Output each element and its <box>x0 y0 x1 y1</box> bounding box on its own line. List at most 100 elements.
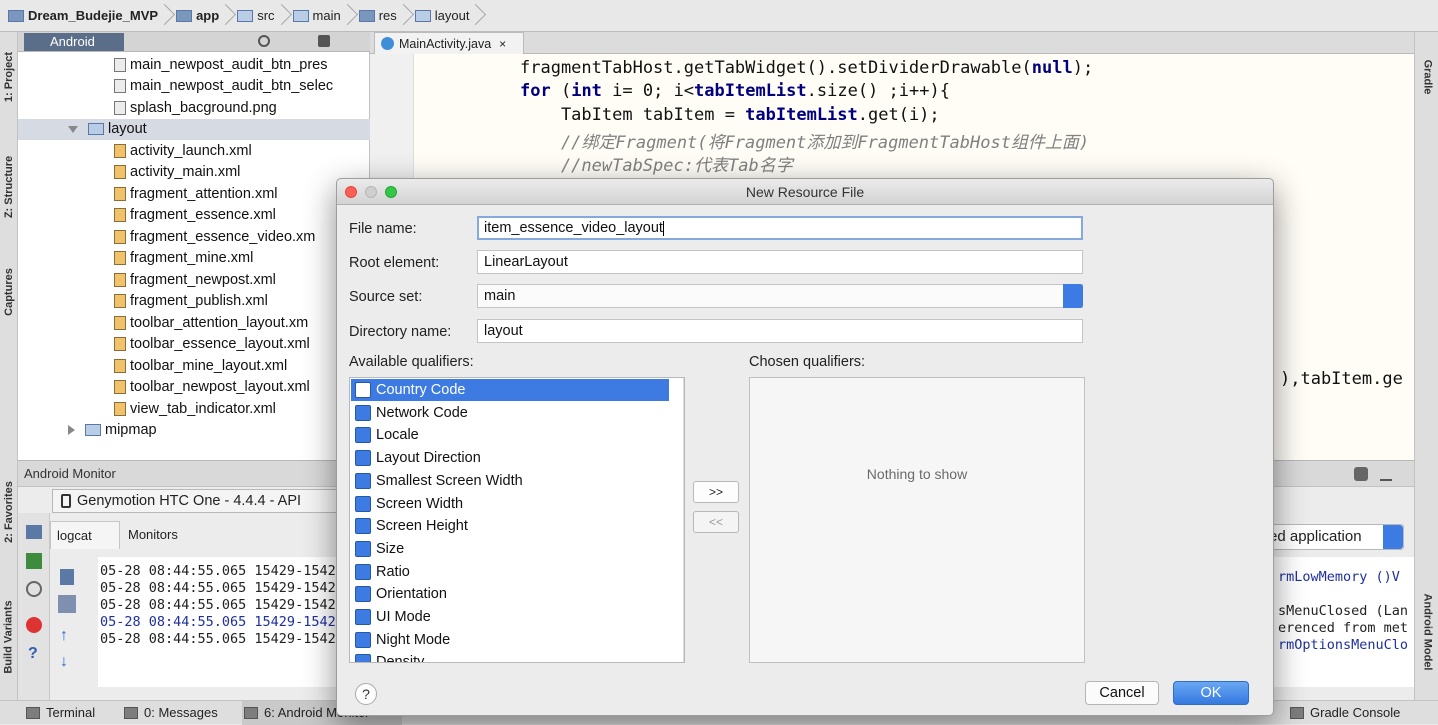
tree-item-label: toolbar_essence_layout.xml <box>130 336 310 352</box>
arrow-down-icon[interactable]: ↓ <box>60 653 68 671</box>
record-icon[interactable] <box>26 553 42 569</box>
breadcrumb-main[interactable]: main <box>289 4 349 28</box>
gear-icon[interactable] <box>1354 467 1368 481</box>
ui-mode-icon <box>355 609 371 625</box>
qualifier-item[interactable]: Night Mode <box>351 629 669 651</box>
tree-file[interactable]: toolbar_mine_layout.xml <box>18 355 370 376</box>
qualifier-item[interactable]: Layout Direction <box>351 447 669 469</box>
chosen-qualifiers-list[interactable]: Nothing to show <box>749 377 1085 663</box>
qualifiers-scrollbar[interactable] <box>683 378 684 662</box>
scroll-to-end-icon[interactable] <box>58 595 76 613</box>
help-button[interactable]: ? <box>355 683 377 705</box>
tree-folder[interactable]: mipmap <box>18 420 370 441</box>
qualifier-item[interactable]: Screen Width <box>351 493 669 515</box>
remove-qualifier-button[interactable]: << <box>693 511 739 533</box>
tree-file[interactable]: fragment_attention.xml <box>18 183 370 204</box>
qualifier-item[interactable]: Size <box>351 538 669 560</box>
tree-file[interactable]: fragment_publish.xml <box>18 291 370 312</box>
arrow-up-icon[interactable]: ↑ <box>60 627 68 645</box>
tree-file[interactable]: fragment_essence_video.xm <box>18 226 370 247</box>
android-icon <box>244 707 258 719</box>
app-filter-label: ed application <box>1269 528 1362 545</box>
project-tool-tab[interactable]: 1: Project <box>0 32 18 122</box>
qualifier-item[interactable]: Orientation <box>351 583 669 605</box>
qualifier-item[interactable]: Smallest Screen Width <box>351 470 669 492</box>
close-icon[interactable]: × <box>499 37 506 51</box>
close-window-button[interactable] <box>345 186 357 198</box>
cancel-button[interactable]: Cancel <box>1085 681 1159 705</box>
code-line: //newTabSpec:代表Tab名字 <box>520 151 793 176</box>
zoom-window-button[interactable] <box>385 186 397 198</box>
help-icon[interactable]: ? <box>28 645 38 663</box>
tree-file[interactable]: activity_launch.xml <box>18 140 370 161</box>
qualifier-item[interactable]: Country Code <box>351 379 669 401</box>
breadcrumb-label: Dream_Budejie_MVP <box>28 8 159 23</box>
gradle-tool-tab[interactable]: Gradle <box>1415 42 1438 112</box>
breadcrumb-layout[interactable]: layout <box>411 4 478 28</box>
breadcrumb-res[interactable]: res <box>355 4 405 28</box>
minimize-window-button[interactable] <box>365 186 377 198</box>
captures-tool-tab[interactable]: Captures <box>0 252 18 332</box>
qualifier-item[interactable]: Screen Height <box>351 515 669 537</box>
favorites-tool-tab[interactable]: 2: Favorites <box>0 462 18 562</box>
file-name-input[interactable]: item_essence_video_layout <box>477 216 1083 240</box>
ok-button[interactable]: OK <box>1173 681 1249 705</box>
tab-logcat[interactable]: logcat <box>50 521 120 549</box>
log-line: 05-28 08:44:55.065 15429-1542 <box>100 597 336 613</box>
available-qualifiers-list[interactable]: Country Code Network Code Locale Layout Dir… <box>349 377 685 663</box>
breadcrumb-src[interactable]: src <box>233 4 282 28</box>
gear-icon[interactable] <box>318 35 330 47</box>
logcat-side-actions: ↑ ↓ <box>56 565 82 685</box>
hide-panel-icon[interactable] <box>1380 467 1392 481</box>
clear-log-icon[interactable] <box>60 569 74 585</box>
chevron-down-icon[interactable] <box>68 125 78 133</box>
build-variants-tool-tab[interactable]: Build Variants <box>0 582 18 692</box>
project-view-selector[interactable]: Android <box>24 33 124 51</box>
tree-folder[interactable]: layout <box>18 118 370 140</box>
android-model-tool-tab[interactable]: Android Model <box>1415 572 1438 692</box>
qualifier-item[interactable]: Locale <box>351 424 669 446</box>
tree-file[interactable]: main_newpost_audit_btn_selec <box>18 76 370 97</box>
directory-name-input[interactable]: layout <box>477 319 1083 343</box>
tree-file[interactable]: main_newpost_audit_btn_pres <box>18 54 370 75</box>
tree-file[interactable]: toolbar_essence_layout.xml <box>18 334 370 355</box>
tree-file[interactable]: fragment_mine.xml <box>18 248 370 269</box>
messages-tab[interactable]: 0: Messages <box>122 701 218 725</box>
terminate-icon[interactable] <box>26 617 42 633</box>
root-element-input[interactable]: LinearLayout <box>477 250 1083 274</box>
folder-icon <box>85 424 101 436</box>
qualifier-item[interactable]: Density <box>351 651 669 662</box>
screenshot-icon[interactable] <box>26 525 42 539</box>
structure-tool-tab[interactable]: Z: Structure <box>0 132 18 242</box>
logcat-tabs: logcat Monitors <box>50 521 350 549</box>
device-selector[interactable]: Genymotion HTC One - 4.4.4 - API <box>52 489 352 513</box>
tab-monitors[interactable]: Monitors <box>122 521 212 549</box>
gradle-console-tab[interactable]: Gradle Console <box>1288 701 1400 725</box>
qualifier-item[interactable]: Network Code <box>351 402 669 424</box>
sync-icon[interactable] <box>258 35 270 47</box>
breadcrumb-app[interactable]: app <box>172 4 227 28</box>
tree-file[interactable]: activity_main.xml <box>18 162 370 183</box>
editor-tab-mainactivity[interactable]: MainActivity.java × <box>374 32 524 54</box>
logcat-toolbar: ? <box>18 513 50 701</box>
tree-file[interactable]: splash_bacground.png <box>18 97 370 118</box>
app-filter-selector[interactable]: ed application <box>1256 524 1404 550</box>
tree-file[interactable]: toolbar_newpost_layout.xml <box>18 377 370 398</box>
tree-file[interactable]: toolbar_attention_layout.xm <box>18 312 370 333</box>
terminal-tab[interactable]: Terminal <box>24 701 95 725</box>
tree-file[interactable]: fragment_newpost.xml <box>18 269 370 290</box>
chevron-right-icon[interactable] <box>68 425 75 435</box>
tool-tab-label: Build Variants <box>3 600 16 674</box>
source-set-value: main <box>484 288 516 304</box>
system-info-icon[interactable] <box>26 581 42 597</box>
code-token: tabItemList <box>694 81 807 101</box>
tree-file[interactable]: fragment_essence.xml <box>18 205 370 226</box>
tree-file[interactable]: view_tab_indicator.xml <box>18 398 370 419</box>
qualifier-item[interactable]: Ratio <box>351 561 669 583</box>
qualifier-item[interactable]: UI Mode <box>351 606 669 628</box>
source-set-select[interactable]: main <box>477 284 1083 308</box>
add-qualifier-button[interactable]: >> <box>693 481 739 503</box>
breadcrumb-project[interactable]: Dream_Budejie_MVP <box>4 4 166 28</box>
button-label: << <box>708 515 723 529</box>
screen-width-icon <box>355 495 371 512</box>
